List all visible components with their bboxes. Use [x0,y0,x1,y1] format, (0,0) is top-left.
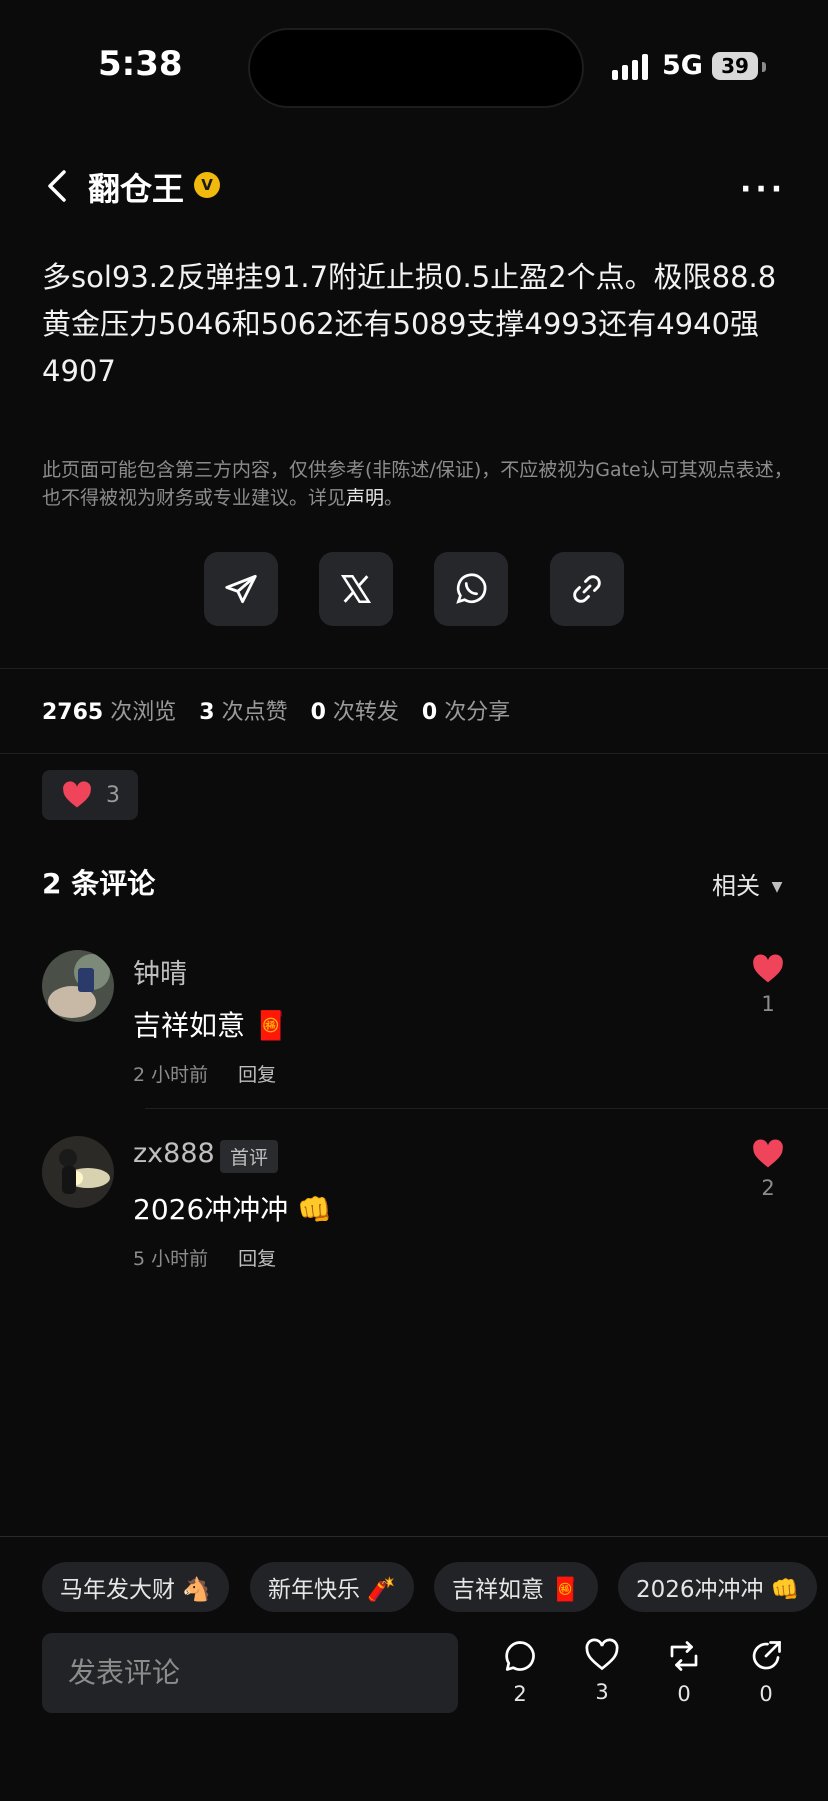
disclaimer-text: 此页面可能包含第三方内容，仅供参考(非陈述/保证)，不应被视为Gate认可其观点… [42,459,793,509]
divider [145,1108,828,1109]
comment-bubble-icon [505,1641,535,1671]
comment-author[interactable]: zx888 [133,1138,215,1169]
quick-reply-chip[interactable]: 马年发大财 🐴 [42,1562,229,1612]
likes-count: 3 [199,700,215,725]
repost-count: 0 [677,1682,691,1706]
status-time: 5:38 [98,44,183,84]
share-telegram-button[interactable] [204,552,278,626]
comment-like-button[interactable] [752,1139,784,1173]
shares-count: 0 [421,700,438,725]
comment-meta: 2 小时前 回复 [133,1060,276,1087]
post-content: 多sol93.2反弹挂91.7附近止损0.5止盈2个点。极限88.8 黄金压力5… [42,254,782,395]
repost-action[interactable]: 0 [654,1638,714,1706]
reaction-count: 3 [106,782,120,808]
reply-button[interactable]: 回复 [238,1248,276,1270]
sort-label: 相关 [712,872,760,900]
post-line: 多sol93.2反弹挂91.7附近止损0.5止盈2个点。极限88.8 [42,260,777,294]
comment-meta: 5 小时前 回复 [133,1244,276,1271]
sort-dropdown[interactable]: 相关 ▼ [712,866,782,901]
comment-text: 吉祥如意 🧧 [133,1009,289,1042]
heart-icon [753,1139,783,1168]
divider [0,753,828,754]
battery-tip [762,62,766,72]
share-icon [752,1641,781,1670]
likes-label: 次点赞 [221,700,288,725]
shares-label: 次分享 [444,700,511,725]
comment-author[interactable]: 钟晴 [133,952,187,991]
comment-input[interactable]: 发表评论 [42,1633,458,1713]
avatar[interactable] [42,950,114,1022]
dynamic-island [248,28,584,108]
quick-reply-chip[interactable]: 吉祥如意 🧧 [434,1562,598,1612]
network-label: 5G [662,50,703,81]
author-name[interactable]: 翻仓王 [88,164,184,210]
chevron-down-icon: ▼ [771,879,783,895]
telegram-icon [225,574,257,604]
comment-count: 2 [513,1682,527,1706]
divider [0,668,828,669]
comment-time: 5 小时前 [133,1248,209,1270]
disclaimer: 此页面可能包含第三方内容，仅供参考(非陈述/保证)，不应被视为Gate认可其观点… [42,456,794,512]
post-line: 黄金压力5046和5062还有5089支撑4993还有4940强4907 [42,307,760,388]
comment-action[interactable]: 2 [490,1638,550,1706]
back-arrow-icon[interactable] [44,168,72,204]
like-count: 3 [595,1680,609,1704]
comment-like-count: 1 [761,992,775,1016]
comment-like-count: 2 [761,1176,775,1200]
battery-icon: 39 [712,52,758,80]
disclaimer-end: 。 [384,487,404,509]
share-whatsapp-button[interactable] [434,552,508,626]
reposts-count: 0 [310,700,326,725]
views-label: 次浏览 [110,700,177,725]
post-stats: 2765 次浏览 3 次点赞 0 次转发 0 次分享 [42,694,510,726]
heart-icon [753,954,783,983]
quick-reply-chip[interactable]: 新年快乐 🧨 [250,1562,414,1612]
like-action[interactable]: 3 [572,1638,632,1704]
repost-icon [670,1641,698,1671]
verified-badge-icon: V [194,172,220,198]
comment-like-button[interactable] [752,954,784,988]
share-x-button[interactable] [319,552,393,626]
whatsapp-icon [456,573,487,604]
divider [0,1536,828,1537]
reposts-label: 次转发 [332,700,399,725]
heart-icon [63,781,91,808]
heart-outline-icon [585,1638,619,1671]
disclaimer-link[interactable]: 声明 [346,487,384,509]
views-count: 2765 [42,700,104,725]
link-icon [573,575,601,603]
reaction-button[interactable]: 3 [42,770,138,820]
copy-link-button[interactable] [550,552,624,626]
first-comment-badge: 首评 [220,1140,279,1173]
share-action[interactable]: 0 [736,1638,796,1706]
more-options-icon[interactable]: ··· [740,172,786,207]
avatar[interactable] [42,1136,114,1208]
signal-icon [612,50,648,80]
share-count: 0 [759,1682,773,1706]
reply-button[interactable]: 回复 [238,1064,276,1086]
comments-title: 2 条评论 [42,867,156,900]
comment-time: 2 小时前 [133,1064,209,1086]
x-icon [340,574,372,604]
quick-reply-chip[interactable]: 2026冲冲冲 👊 [618,1562,818,1612]
comment-text: 2026冲冲冲 👊 [133,1193,333,1226]
